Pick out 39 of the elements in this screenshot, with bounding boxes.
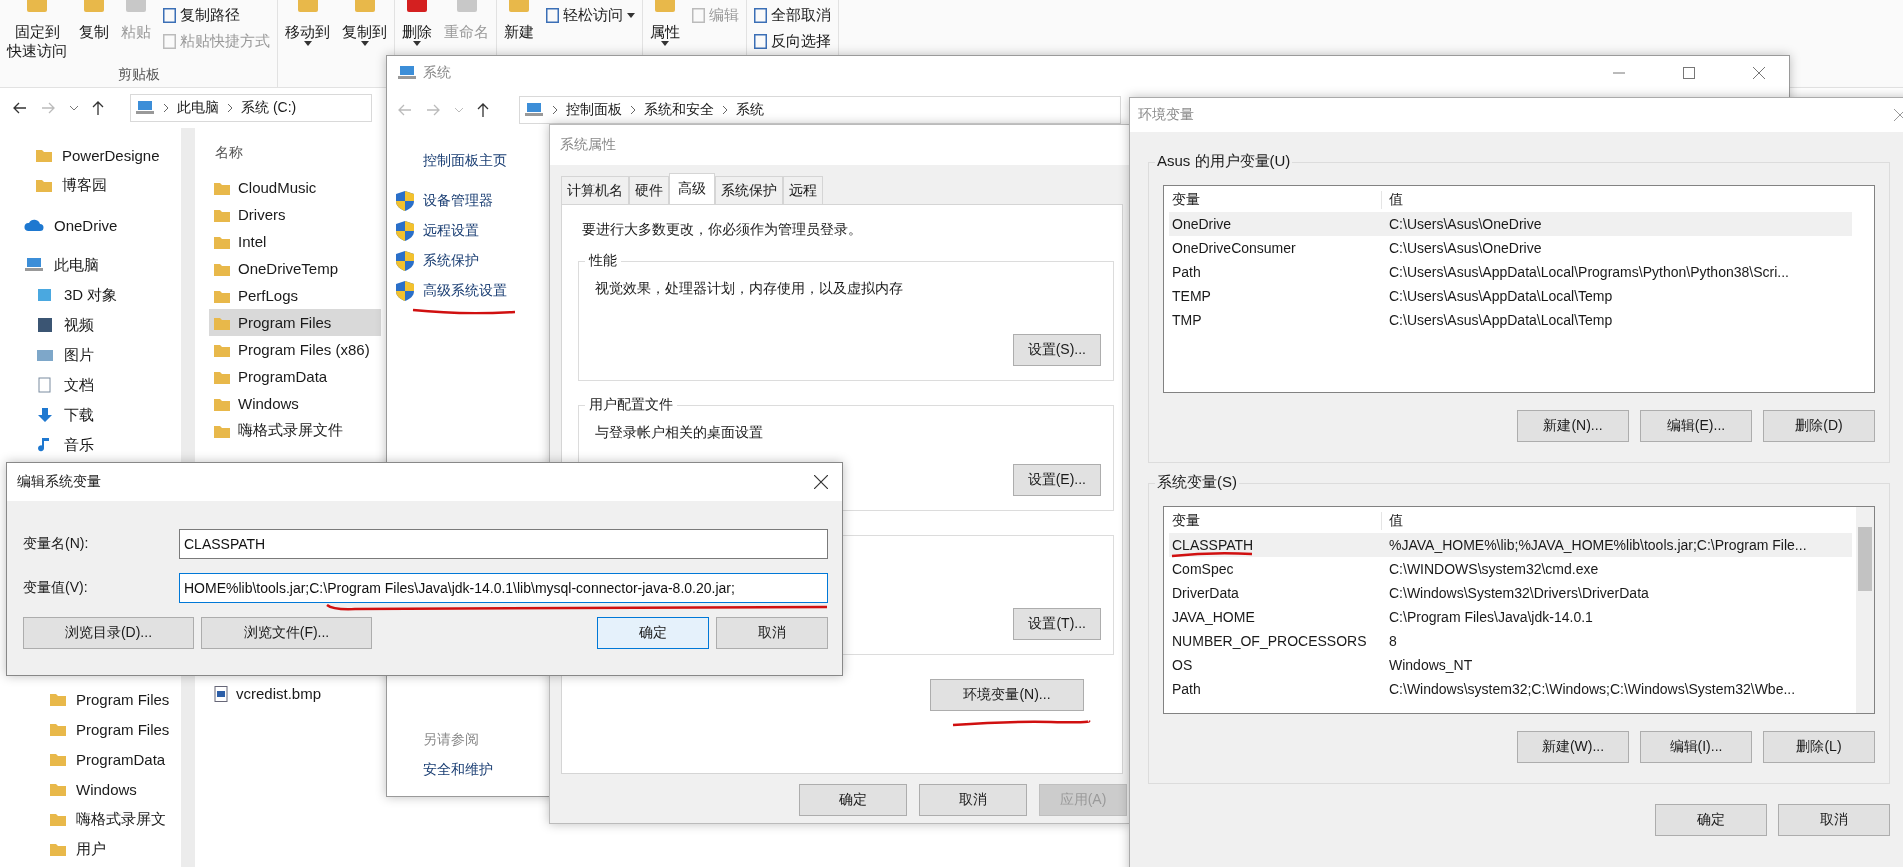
table-cell-text: OneDrive: [1171, 216, 1233, 232]
window-title: 环境变量: [1138, 106, 1194, 124]
table-cell-text: 8: [1388, 633, 1397, 649]
table-cell-text: C:\Program Files\Java\jdk-14.0.1: [1388, 609, 1593, 625]
group-description: 与登录帐户相关的桌面设置: [594, 424, 764, 442]
table-cell-text: DriverData: [1171, 585, 1240, 601]
dialog-title: 系统属性: [560, 136, 616, 154]
table-cell-text: C:\Users\Asus\OneDrive: [1388, 240, 1542, 256]
group-description: 视觉效果，处理器计划，内存使用，以及虚拟内存: [594, 280, 904, 298]
table-cell-text: ComSpec: [1171, 561, 1235, 577]
table-cell-text: TMP: [1171, 312, 1203, 328]
table-cell-text: C:\Users\Asus\AppData\Local\Temp: [1388, 312, 1613, 328]
table-cell-text: C:\Windows\system32;C:\Windows;C:\Windows\System32\Wbe...: [1388, 681, 1796, 697]
window-title: 系统: [423, 64, 451, 82]
table-cell-text: Path: [1171, 264, 1202, 280]
table-cell-text: Windows_NT: [1388, 657, 1473, 673]
field-label: 变量名(N):: [23, 535, 90, 553]
section-heading: 另请参阅: [423, 731, 480, 749]
ribbon-group-label: 剪贴板: [117, 66, 160, 84]
table-cell-text: OneDriveConsumer: [1171, 240, 1297, 256]
table-cell-text: NUMBER_OF_PROCESSORS: [1171, 633, 1368, 649]
field-label: 变量值(V):: [23, 579, 89, 597]
table-cell-text: C:\Users\Asus\AppData\Local\Programs\Python\Python38\Scri...: [1388, 264, 1789, 280]
notice-text: 要进行大多数更改，你必须作为管理员登录。: [582, 221, 862, 239]
table-cell-text: C:\Windows\System32\Drivers\DriverData: [1388, 585, 1649, 601]
group-title: 系统变量(S): [1155, 473, 1239, 492]
table-cell-text: CLASSPATH: [1171, 537, 1255, 553]
group-title: 性能: [585, 252, 621, 270]
table-cell-text: %JAVA_HOME%\lib;%JAVA_HOME%lib\tools.jar;C:\Program File...: [1388, 537, 1807, 553]
table-cell-text: TEMP: [1171, 288, 1212, 304]
dialog-title: 编辑系统变量: [17, 473, 101, 491]
table-cell-text: C:\Users\Asus\AppData\Local\Temp: [1388, 288, 1613, 304]
table-cell-text: C:\WINDOWS\system32\cmd.exe: [1388, 561, 1599, 577]
table-cell-text: Path: [1171, 681, 1202, 697]
group-title: Asus 的用户变量(U): [1155, 152, 1293, 171]
table-cell-text: C:\Users\Asus\OneDrive: [1388, 216, 1542, 232]
table-cell-text: JAVA_HOME: [1171, 609, 1256, 625]
table-cell-text: OS: [1171, 657, 1194, 673]
group-title: 用户配置文件: [585, 396, 677, 414]
